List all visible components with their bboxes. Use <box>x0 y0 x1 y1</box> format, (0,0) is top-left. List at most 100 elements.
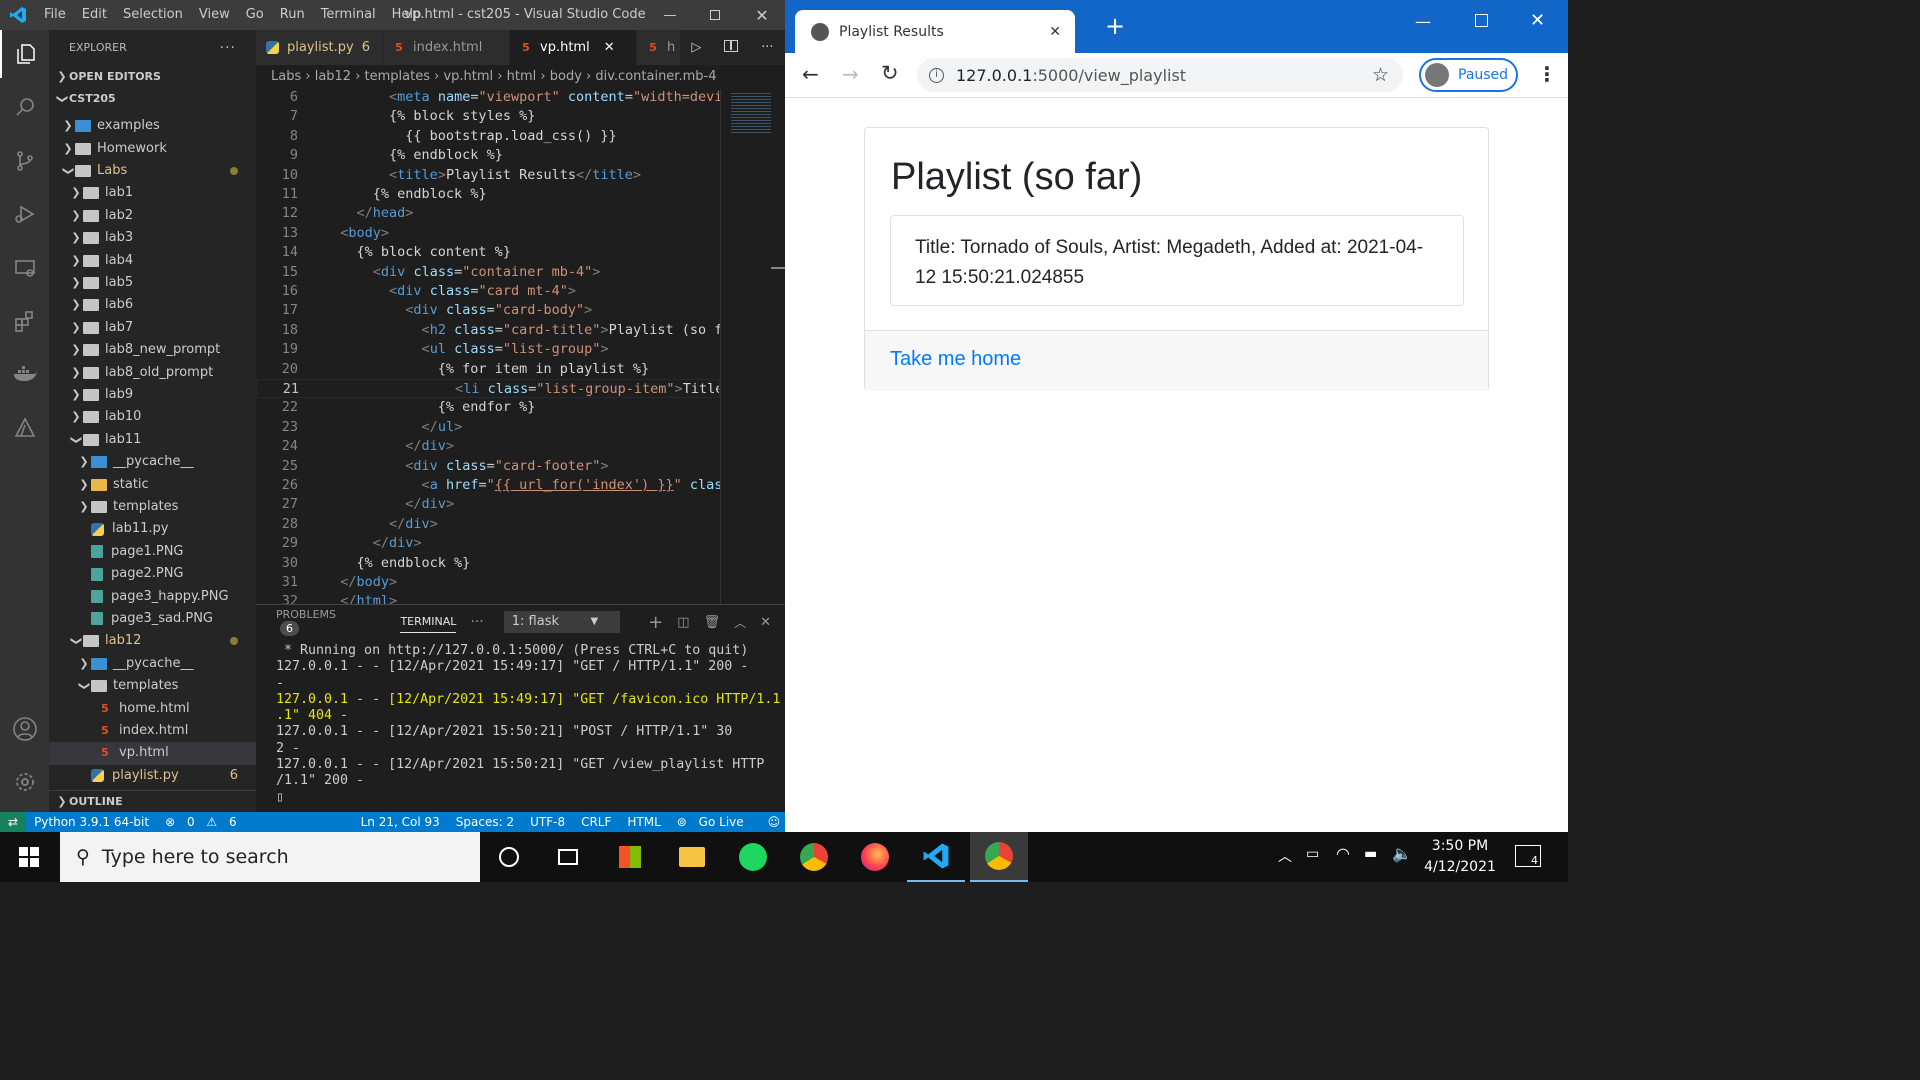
tree-item[interactable]: page3_happy.PNG <box>49 585 256 607</box>
menu-go[interactable]: Go <box>238 0 272 30</box>
menu-dots-icon[interactable]: ⋮ <box>1537 62 1557 86</box>
taskbar-search[interactable]: ⚲ Type here to search <box>60 832 480 882</box>
close-panel-icon[interactable]: ✕ <box>760 615 771 630</box>
back-icon[interactable]: ← <box>802 62 819 86</box>
code-line[interactable]: 9 {% endblock %} <box>256 146 720 165</box>
trash-icon[interactable]: 🗑 <box>704 615 721 630</box>
breadcrumb-item[interactable]: vp.html <box>443 69 493 84</box>
firefox-icon[interactable] <box>846 832 904 882</box>
code-line[interactable]: 15 <div class="container mb-4"> <box>256 263 720 282</box>
info-icon[interactable]: i <box>929 67 944 83</box>
file-explorer-icon[interactable] <box>663 832 721 882</box>
breadcrumb-item[interactable]: Labs <box>271 69 301 84</box>
tree-item[interactable]: ❯ lab5 <box>49 272 256 294</box>
minimize-icon[interactable]: — <box>1415 12 1431 31</box>
tree-item[interactable]: ❯ lab9 <box>49 384 256 406</box>
star-icon[interactable]: ☆ <box>1372 64 1389 86</box>
wifi-icon[interactable]: ◠ <box>1336 844 1350 863</box>
code-line[interactable]: 22 {% endfor %} <box>256 398 720 417</box>
code-line[interactable]: 23 </ul> <box>256 418 720 437</box>
breadcrumb-item[interactable]: lab12 <box>315 69 351 84</box>
split-terminal-icon[interactable]: ◫ <box>677 615 689 630</box>
docker-icon[interactable] <box>0 350 49 398</box>
vscode-taskbar-icon[interactable] <box>907 832 965 882</box>
menu-view[interactable]: View <box>191 0 238 30</box>
split-editor-icon[interactable] <box>724 39 739 56</box>
python-interpreter[interactable]: Python 3.9.1 64-bit <box>34 815 149 829</box>
reload-icon[interactable]: ↻ <box>881 61 899 85</box>
more-actions-icon[interactable]: ··· <box>761 40 773 55</box>
run-debug-icon[interactable] <box>0 190 49 238</box>
code-line[interactable]: 25 <div class="card-footer"> <box>256 457 720 476</box>
spotify-icon[interactable] <box>724 832 782 882</box>
code-line[interactable]: 26 <a href="{{ url_for('index') }}" clas… <box>256 476 720 495</box>
terminal-select[interactable]: 1: flask ▼ <box>503 611 621 633</box>
source-control-icon[interactable] <box>0 137 49 185</box>
minimap[interactable] <box>720 89 785 604</box>
tree-item[interactable]: ❯ lab11 <box>49 429 256 451</box>
tree-item[interactable]: ❯ lab3 <box>49 227 256 249</box>
azure-icon[interactable] <box>0 404 49 452</box>
tree-item[interactable]: ❯ Labs <box>49 160 256 182</box>
code-line[interactable]: 27 </div> <box>256 495 720 514</box>
maximize-icon[interactable] <box>692 0 738 30</box>
outline-section[interactable]: ❯ OUTLINE <box>49 790 256 812</box>
meet-now-icon[interactable]: ▭ <box>1306 846 1319 862</box>
tree-item[interactable]: ❯ __pycache__ <box>49 653 256 675</box>
run-icon[interactable]: ▷ <box>691 40 701 55</box>
browser-tab[interactable]: Playlist Results ✕ <box>795 10 1075 54</box>
new-terminal-icon[interactable]: + <box>648 612 663 633</box>
new-tab-icon[interactable]: + <box>1105 12 1125 40</box>
tree-item[interactable]: ❯ templates <box>49 496 256 518</box>
breadcrumb-item[interactable]: templates <box>365 69 430 84</box>
tab-vp-html[interactable]: 5 vp.html ✕ <box>510 30 637 65</box>
remote-explorer-icon[interactable] <box>0 244 49 292</box>
close-tab-icon[interactable]: ✕ <box>604 30 615 65</box>
tree-item[interactable]: ❯ Homework <box>49 137 256 159</box>
code-line[interactable]: 32 </html> <box>256 592 720 604</box>
language-mode[interactable]: HTML <box>627 815 660 829</box>
notifications-icon[interactable]: 4 <box>1515 845 1541 867</box>
code-line[interactable]: 28 </div> <box>256 515 720 534</box>
terminal-output[interactable]: * Running on http://127.0.0.1:5000/ (Pre… <box>256 639 785 806</box>
tree-item[interactable]: ❯ lab4 <box>49 249 256 271</box>
problems-tab[interactable]: PROBLEMS6 <box>276 608 386 636</box>
tree-item[interactable]: ❯ lab12 <box>49 630 256 652</box>
maximize-panel-icon[interactable]: ︿ <box>734 614 746 631</box>
home-link[interactable]: Take me home <box>890 348 1021 370</box>
explorer-more-icon[interactable]: ··· <box>220 30 236 66</box>
tree-item[interactable]: ❯ lab8_old_prompt <box>49 361 256 383</box>
encoding[interactable]: UTF-8 <box>530 815 565 829</box>
cursor-position[interactable]: Ln 21, Col 93 <box>361 815 440 829</box>
code-line[interactable]: 10 <title>Playlist Results</title> <box>256 166 720 185</box>
minimize-icon[interactable]: — <box>647 0 693 30</box>
indentation[interactable]: Spaces: 2 <box>456 815 514 829</box>
tree-item[interactable]: ❯ lab10 <box>49 406 256 428</box>
tree-item[interactable]: page3_sad.PNG <box>49 608 256 630</box>
tree-item[interactable]: ❯ static <box>49 473 256 495</box>
profile-button[interactable]: Paused <box>1419 58 1518 92</box>
project-section[interactable]: ❯ CST205 <box>49 88 256 110</box>
go-live-button[interactable]: ⊚ Go Live <box>677 815 752 829</box>
tree-item[interactable]: ❯ examples <box>49 115 256 137</box>
code-line[interactable]: 13 <body> <box>256 224 720 243</box>
code-line[interactable]: 12 </head> <box>256 204 720 223</box>
tree-item[interactable]: ❯ lab7 <box>49 317 256 339</box>
menu-file[interactable]: File <box>36 0 74 30</box>
menu-terminal[interactable]: Terminal <box>313 0 384 30</box>
task-view-icon[interactable] <box>539 832 597 882</box>
tab-index-html[interactable]: 5 index.html <box>383 30 510 65</box>
store-icon[interactable] <box>601 832 659 882</box>
maximize-icon[interactable] <box>1475 14 1488 27</box>
gear-icon[interactable] <box>0 758 49 806</box>
feedback-icon[interactable]: ☺ <box>768 815 781 829</box>
code-line[interactable]: 6 <meta name="viewport" content="width=d… <box>256 89 720 107</box>
code-line[interactable]: 7 {% block styles %} <box>256 107 720 126</box>
code-line[interactable]: 30 {% endblock %} <box>256 554 720 573</box>
breadcrumb-item[interactable]: div.container.mb-4 <box>595 69 716 84</box>
menu-run[interactable]: Run <box>272 0 313 30</box>
tree-item[interactable]: ❯ templates <box>49 675 256 697</box>
line-ending[interactable]: CRLF <box>581 815 611 829</box>
battery-icon[interactable]: ▬ <box>1364 846 1377 862</box>
accounts-icon[interactable] <box>0 705 49 753</box>
